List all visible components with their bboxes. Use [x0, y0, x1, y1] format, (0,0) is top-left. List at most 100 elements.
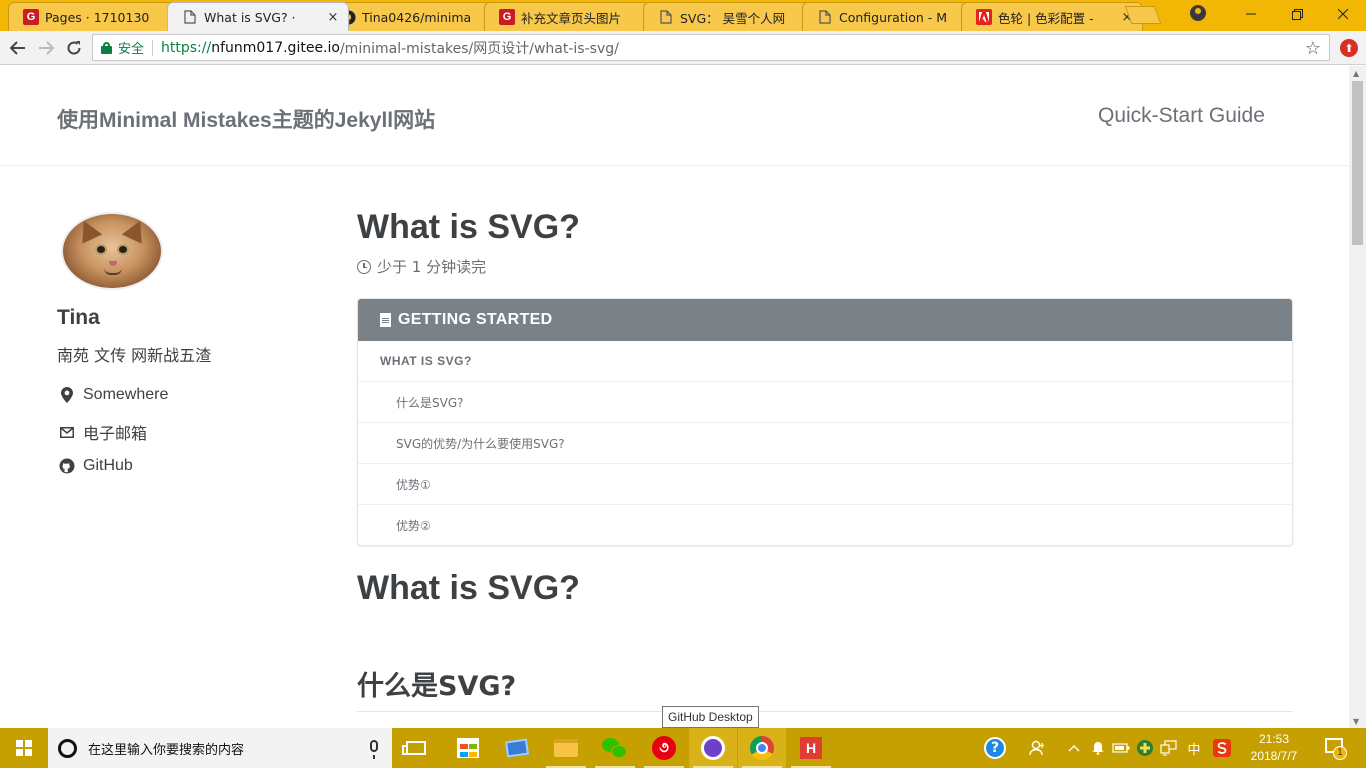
tray-network[interactable] — [1158, 728, 1180, 768]
wechat-icon — [602, 737, 628, 759]
bookmark-star-icon[interactable]: ☆ — [1305, 38, 1321, 59]
toc-item[interactable]: SVG的优势/为什么要使用SVG? — [358, 423, 1292, 464]
scroll-up-icon[interactable]: ▲ — [1353, 69, 1359, 78]
system-clock[interactable]: 21:53 2018/7/7 — [1240, 731, 1308, 765]
netease-music-icon: ૭ — [652, 736, 676, 760]
help-tray-button[interactable]: ? — [982, 728, 1008, 768]
task-view-button[interactable] — [392, 728, 440, 768]
tab-title: Configuration - M — [839, 9, 948, 25]
toc-item[interactable]: 优势① — [358, 464, 1292, 505]
forward-icon[interactable] — [34, 36, 58, 60]
reload-icon[interactable] — [62, 36, 86, 60]
new-tab-button[interactable] — [1124, 6, 1162, 24]
task-view-icon — [402, 741, 426, 755]
security-label: 安全 — [118, 42, 145, 57]
tab-title: What is SVG? · — [204, 9, 296, 25]
tray-app[interactable] — [1134, 728, 1156, 768]
back-icon[interactable] — [6, 36, 30, 60]
tab-color-wheel[interactable]: 色轮 | 色彩配置 - × — [961, 2, 1143, 31]
file-text-icon — [380, 313, 391, 327]
start-button[interactable] — [0, 728, 48, 768]
lock-icon — [101, 41, 112, 54]
scroll-thumb[interactable] — [1352, 81, 1363, 245]
taskbar-app-chrome[interactable] — [738, 728, 786, 768]
restore-icon[interactable] — [1274, 0, 1320, 28]
tab-close-icon[interactable]: × — [326, 10, 340, 25]
author-github-link[interactable]: GitHub — [58, 457, 133, 475]
tab-github-repo[interactable]: Tina0426/minima × — [325, 2, 507, 31]
url-host: nfunm017.gitee.io — [211, 39, 340, 56]
taskbar-app-store[interactable] — [444, 728, 492, 768]
author-link-label: 电子邮箱 — [83, 426, 148, 443]
tab-title: Tina0426/minima — [362, 9, 472, 25]
taskbar-search[interactable]: 在这里输入你要搜索的内容 — [48, 728, 392, 768]
page-title: What is SVG? — [357, 208, 580, 246]
show-hidden-icons-button[interactable] — [1064, 728, 1084, 768]
people-icon — [1029, 740, 1044, 756]
taskbar-app-netease-music[interactable]: ૭ — [640, 728, 688, 768]
tab-pages[interactable]: G Pages · 1710130 × — [8, 2, 190, 31]
tray-sogou[interactable] — [1210, 728, 1234, 768]
tab-configuration[interactable]: Configuration - M × — [802, 2, 984, 31]
scroll-down-icon[interactable]: ▼ — [1353, 717, 1359, 726]
bell-icon — [1092, 742, 1104, 755]
github-icon — [58, 458, 76, 474]
site-title-link[interactable]: 使用Minimal Mistakes主题的Jekyll网站 — [57, 104, 435, 134]
tab-svg-blog[interactable]: SVG： 吴雪个人网 × — [643, 2, 825, 31]
tray-battery[interactable] — [1110, 728, 1132, 768]
toc-header-label: GETTING STARTED — [398, 311, 553, 328]
cortana-icon — [58, 738, 77, 758]
github-desktop-icon — [701, 736, 725, 760]
document-icon — [817, 9, 833, 25]
battery-icon — [1112, 743, 1130, 753]
plus-circle-icon — [1137, 740, 1153, 756]
search-placeholder: 在这里输入你要搜索的内容 — [88, 742, 245, 758]
tray-bell[interactable] — [1088, 728, 1108, 768]
close-window-icon[interactable] — [1320, 0, 1366, 28]
toc-item[interactable]: 优势② — [358, 505, 1292, 545]
table-of-contents: GETTING STARTED WHAT IS SVG? 什么是SVG? SVG… — [357, 298, 1293, 546]
tab-what-is-svg[interactable]: What is SVG? · × — [167, 2, 349, 31]
input-method-indicator[interactable]: 中 — [1184, 728, 1204, 768]
taskbar-app-hbuilder[interactable]: H — [787, 728, 835, 768]
windows-logo-icon — [16, 740, 32, 756]
read-time: 少于 1 分钟读完 — [357, 256, 486, 277]
subsection-heading: 什么是SVG? — [357, 671, 517, 702]
profile-icon[interactable] — [1190, 5, 1206, 21]
toc-item[interactable]: WHAT IS SVG? — [358, 341, 1292, 382]
hbuilder-icon: H — [800, 737, 822, 759]
gitee-icon: G — [23, 9, 39, 25]
clock-icon — [357, 259, 371, 274]
document-icon — [182, 9, 198, 25]
tab-title: Pages · 1710130 — [45, 9, 150, 25]
store-icon — [457, 738, 479, 758]
heading-divider — [357, 711, 1293, 712]
minimize-icon[interactable] — [1228, 0, 1274, 28]
address-bar[interactable]: 安全 https:// nfunm017.gitee.io /minimal-m… — [92, 34, 1330, 61]
envelope-icon — [58, 426, 76, 438]
quick-start-guide-link[interactable]: Quick-Start Guide — [1098, 104, 1265, 128]
author-email-link[interactable]: 电子邮箱 — [58, 420, 147, 444]
taskbar-app-this-pc[interactable] — [493, 728, 541, 768]
browser-tab-strip: G Pages · 1710130 × What is SVG? · × Tin… — [0, 0, 1366, 31]
adobe-icon — [976, 9, 992, 25]
chrome-icon — [750, 736, 774, 760]
read-time-label: 少于 1 分钟读完 — [377, 258, 487, 276]
toc-item[interactable]: 什么是SVG? — [358, 382, 1292, 423]
help-icon: ? — [984, 737, 1006, 759]
network-icon — [1160, 740, 1177, 756]
tab-gitee-commit[interactable]: G 补充文章页头图片 × — [484, 2, 666, 31]
computer-icon — [504, 738, 530, 758]
taskbar-app-explorer[interactable] — [542, 728, 590, 768]
people-button[interactable] — [1026, 728, 1050, 768]
masthead: 使用Minimal Mistakes主题的Jekyll网站 Quick-Star… — [0, 66, 1349, 166]
clock-date: 2018/7/7 — [1250, 749, 1298, 763]
microphone-icon[interactable] — [370, 740, 378, 759]
author-location[interactable]: Somewhere — [58, 386, 168, 404]
extension-icon[interactable]: ⬆ — [1340, 39, 1358, 57]
taskbar-app-github-desktop[interactable] — [689, 728, 737, 768]
taskbar-app-wechat[interactable] — [591, 728, 639, 768]
folder-icon — [554, 739, 578, 757]
page-scrollbar[interactable]: ▲ ▼ — [1349, 66, 1366, 728]
author-avatar — [61, 212, 163, 290]
